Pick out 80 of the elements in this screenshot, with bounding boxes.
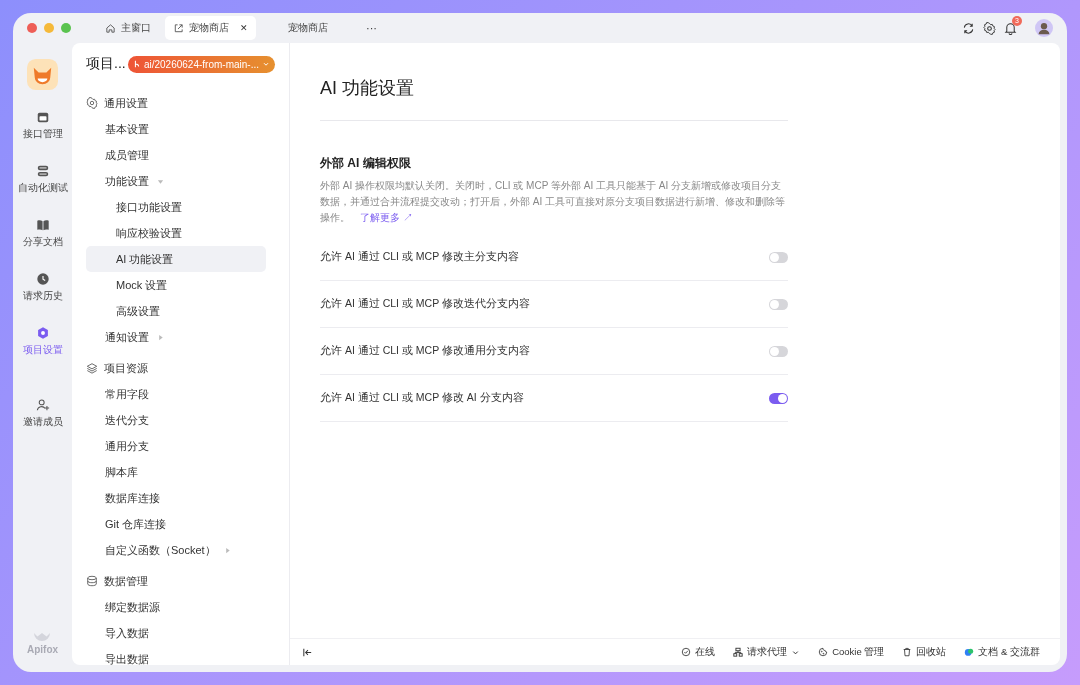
status-bar-item[interactable]: 在线 bbox=[681, 645, 716, 659]
nav-item[interactable]: 迭代分支 bbox=[86, 407, 266, 433]
external-link-icon bbox=[173, 22, 184, 34]
collapse-sidebar-icon[interactable] bbox=[302, 646, 313, 658]
gear-icon bbox=[86, 97, 98, 109]
rail-item[interactable]: 请求历史 bbox=[20, 270, 65, 305]
toggle-switch[interactable] bbox=[769, 345, 788, 357]
avatar-icon[interactable] bbox=[1035, 19, 1053, 37]
notification-icon[interactable] bbox=[1004, 21, 1017, 35]
nav-item[interactable]: 脚本库 bbox=[86, 459, 266, 485]
nav-item[interactable]: 绑定数据源 bbox=[86, 594, 266, 620]
calendar-icon bbox=[35, 110, 50, 124]
section-title: 外部 AI 编辑权限 bbox=[320, 155, 412, 172]
nav-item[interactable]: 成员管理 bbox=[86, 142, 266, 168]
close-icon[interactable]: ✕ bbox=[240, 23, 248, 33]
more-button[interactable]: ··· bbox=[366, 22, 377, 34]
cookie-icon bbox=[818, 647, 829, 657]
layers-icon bbox=[86, 362, 98, 374]
rail-item[interactable]: 接口管理 bbox=[20, 108, 65, 143]
nav-item[interactable]: 导入数据 bbox=[86, 620, 266, 646]
toggle-label: 允许 AI 通过 CLI 或 MCP 修改 AI 分支内容 bbox=[320, 391, 524, 405]
rail-item[interactable]: 项目设置 bbox=[20, 324, 65, 359]
nav-item[interactable]: 高级设置 bbox=[86, 298, 266, 324]
toggle-switch[interactable] bbox=[769, 392, 788, 404]
rail-item[interactable]: 自动化测试 bbox=[15, 162, 70, 197]
branch-icon bbox=[132, 60, 141, 68]
hexagon-icon bbox=[35, 326, 50, 340]
database-icon bbox=[86, 575, 98, 587]
toggle-label: 允许 AI 通过 CLI 或 MCP 修改迭代分支内容 bbox=[320, 297, 530, 311]
nav-item[interactable]: 通用分支 bbox=[86, 433, 266, 459]
toggle-label: 允许 AI 通过 CLI 或 MCP 修改主分支内容 bbox=[320, 250, 519, 264]
tab[interactable]: 主窗口 bbox=[97, 16, 159, 40]
tab[interactable]: 宠物商店 bbox=[262, 16, 354, 40]
group-title: 数据管理 bbox=[104, 573, 148, 589]
caret-icon bbox=[262, 60, 270, 68]
check-circle-icon bbox=[681, 647, 692, 657]
toggle-switch[interactable] bbox=[769, 298, 788, 310]
page-title: AI 功能设置 bbox=[320, 77, 415, 100]
group-title: 通用设置 bbox=[104, 95, 148, 111]
status-bar-item[interactable]: 回收站 bbox=[902, 645, 947, 659]
book-icon bbox=[35, 218, 50, 232]
server-icon bbox=[35, 164, 50, 178]
settings-icon[interactable] bbox=[983, 21, 996, 35]
group-title: 项目资源 bbox=[104, 360, 148, 376]
tab[interactable]: 宠物商店 ✕ bbox=[165, 16, 256, 40]
brand-logo-icon bbox=[34, 633, 51, 641]
clock-icon bbox=[35, 272, 50, 286]
project-title: 项目... bbox=[86, 55, 126, 73]
refresh-icon[interactable] bbox=[962, 21, 975, 35]
section-description: 外部 AI 操作权限均默认关闭。关闭时，CLI 或 MCP 等外部 AI 工具只能基于 AI 分支新增或修改项目分支数据，并通过合并流程提交改动；打开后，外部 AI 工具可直接对原分支项目数据进行新增、修改和删除等操作。 了解更多 ↗ bbox=[320, 179, 786, 225]
nav-item[interactable]: 常用字段 bbox=[86, 381, 266, 407]
toggle-label: 允许 AI 通过 CLI 或 MCP 修改通用分支内容 bbox=[320, 344, 530, 358]
nav-item[interactable]: 响应校验设置 bbox=[86, 220, 266, 246]
trash-icon bbox=[902, 647, 913, 657]
maximize-light[interactable] bbox=[61, 23, 71, 33]
nav-item[interactable]: 数据库连接 bbox=[86, 485, 266, 511]
network-icon bbox=[733, 647, 744, 657]
nav-item[interactable]: 通知设置 bbox=[86, 324, 266, 350]
status-bar-item[interactable]: 请求代理 bbox=[733, 645, 801, 659]
nav-item[interactable]: 功能设置 bbox=[86, 168, 266, 194]
status-bar-item[interactable]: Cookie 管理 bbox=[818, 645, 885, 659]
nav-item[interactable]: 导出数据 bbox=[86, 646, 266, 665]
logo-icon[interactable] bbox=[27, 59, 58, 90]
add-user-icon bbox=[35, 398, 50, 412]
minimize-light[interactable] bbox=[44, 23, 54, 33]
nav-item[interactable]: Mock 设置 bbox=[86, 272, 266, 298]
nav-item[interactable]: Git 仓库连接 bbox=[86, 511, 266, 537]
toggle-switch[interactable] bbox=[769, 251, 788, 263]
close-light[interactable] bbox=[27, 23, 37, 33]
chat-icon bbox=[964, 647, 975, 657]
nav-item[interactable]: 自定义函数（Socket） bbox=[86, 537, 266, 563]
rail-item[interactable]: 分享文档 bbox=[20, 216, 65, 251]
learn-more-link[interactable]: 了解更多 ↗ bbox=[360, 212, 413, 223]
status-bar-item[interactable]: 文档 & 交流群 bbox=[964, 645, 1040, 659]
rail-item[interactable]: 邀请成员 bbox=[20, 396, 65, 431]
nav-item[interactable]: 接口功能设置 bbox=[86, 194, 266, 220]
brand-name: Apifox bbox=[26, 644, 59, 655]
home-icon bbox=[105, 22, 116, 34]
nav-item[interactable]: AI 功能设置 bbox=[86, 246, 266, 272]
nav-item[interactable]: 基本设置 bbox=[86, 116, 266, 142]
